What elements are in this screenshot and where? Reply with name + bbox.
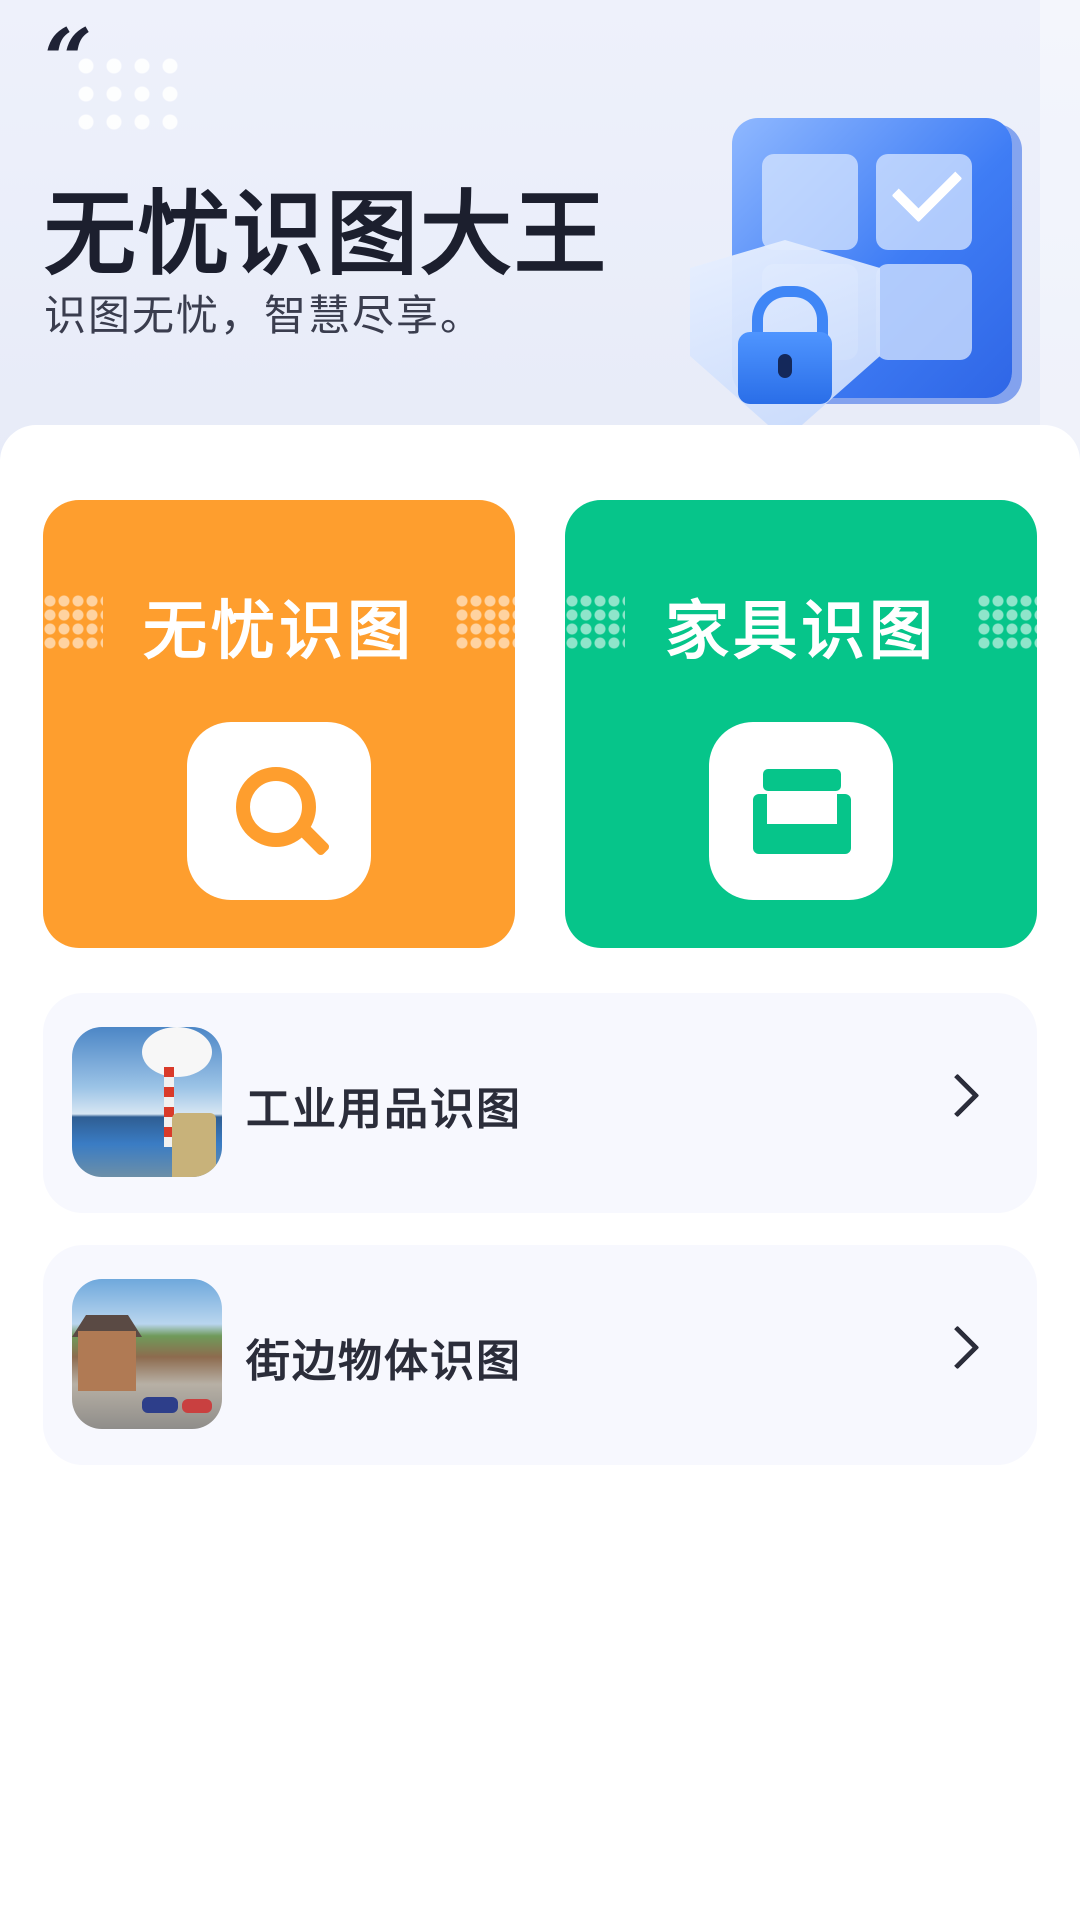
search-button[interactable] bbox=[187, 722, 371, 900]
security-illustration bbox=[690, 110, 1050, 440]
header-banner: “ 无忧识图大王 识图无忧，智慧尽享。 bbox=[0, 0, 1080, 470]
furniture-button[interactable] bbox=[709, 722, 893, 900]
list-item-label: 工业用品识图 bbox=[246, 1084, 522, 1135]
list-item-street-recognition[interactable]: 街边物体识图 bbox=[43, 1245, 1037, 1465]
chevron-right-icon bbox=[935, 1325, 980, 1370]
feature-card-furniture-recognition[interactable]: 家具识图 bbox=[565, 500, 1037, 948]
feature-card-general-recognition[interactable]: 无忧识图 bbox=[43, 500, 515, 948]
main-content: 无忧识图 家具识图 工业用品识图 街边物体识图 bbox=[0, 425, 1080, 1920]
industrial-plant-image bbox=[72, 1027, 222, 1177]
sofa-icon bbox=[763, 769, 841, 791]
app-subtitle: 识图无忧，智慧尽享。 bbox=[44, 291, 485, 340]
feature-card-title: 家具识图 bbox=[665, 595, 937, 669]
feature-card-title: 无忧识图 bbox=[143, 595, 415, 669]
list-item-industrial-recognition[interactable]: 工业用品识图 bbox=[43, 993, 1037, 1213]
chevron-right-icon bbox=[935, 1073, 980, 1118]
decorative-dots bbox=[72, 52, 182, 132]
list-item-label: 街边物体识图 bbox=[246, 1336, 522, 1387]
app-title: 无忧识图大王 bbox=[44, 181, 609, 288]
street-scene-image bbox=[72, 1279, 222, 1429]
